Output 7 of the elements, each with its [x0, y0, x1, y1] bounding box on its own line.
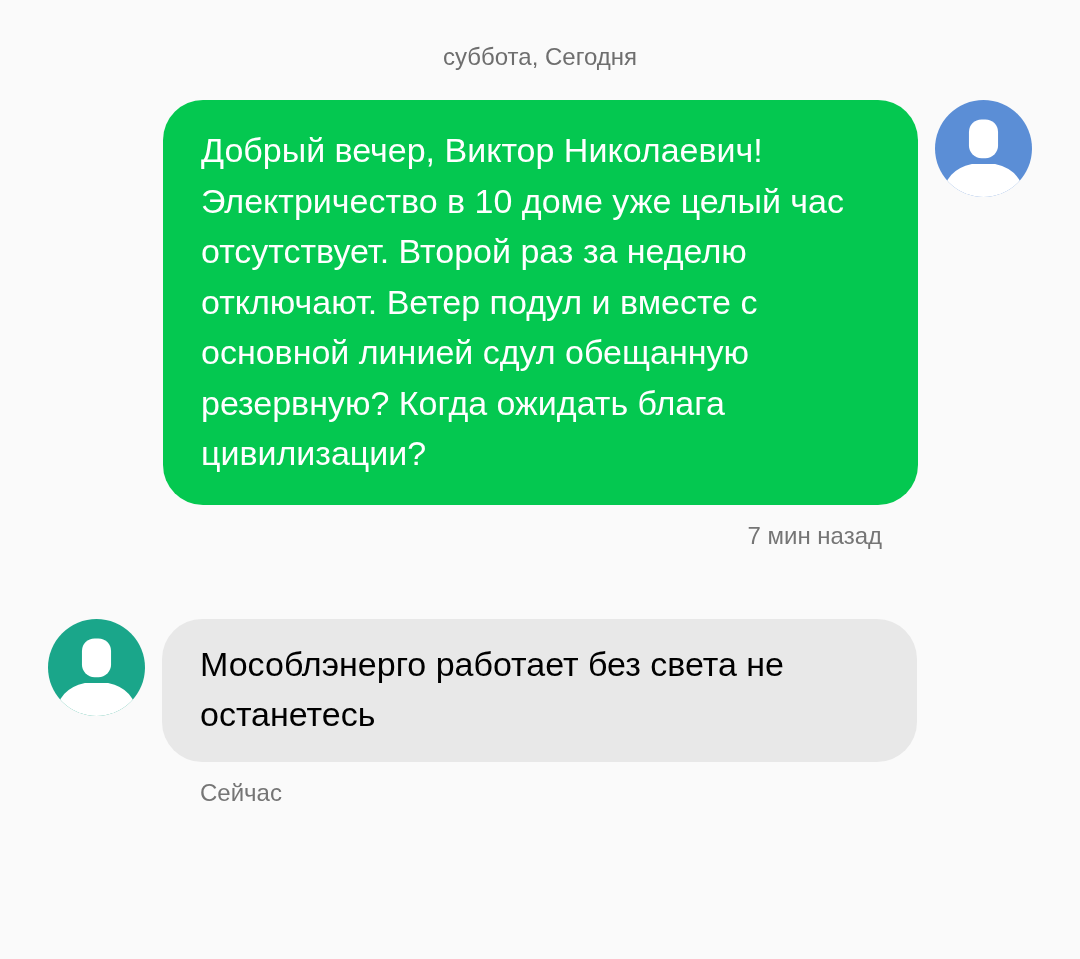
message-bubble: Мособлэнерго работает без света не останетесь: [162, 618, 917, 762]
message-bubble: Добрый вечер, Виктор Николаевич! Электричество в 10 доме уже целый час отсутствует. Второй раз за неделю отключают. Ветер подул и вместе с основной линией сдул обещанную резервную? Когда ожидать блага цивилизации?: [163, 100, 918, 505]
avatar-icon[interactable]: [935, 100, 1032, 197]
message-time: Сейчас: [199, 777, 283, 808]
message-time: 7 мин назад: [746, 520, 883, 551]
avatar-icon[interactable]: [48, 618, 145, 716]
date-header: суббота, Сегодня: [442, 42, 638, 72]
